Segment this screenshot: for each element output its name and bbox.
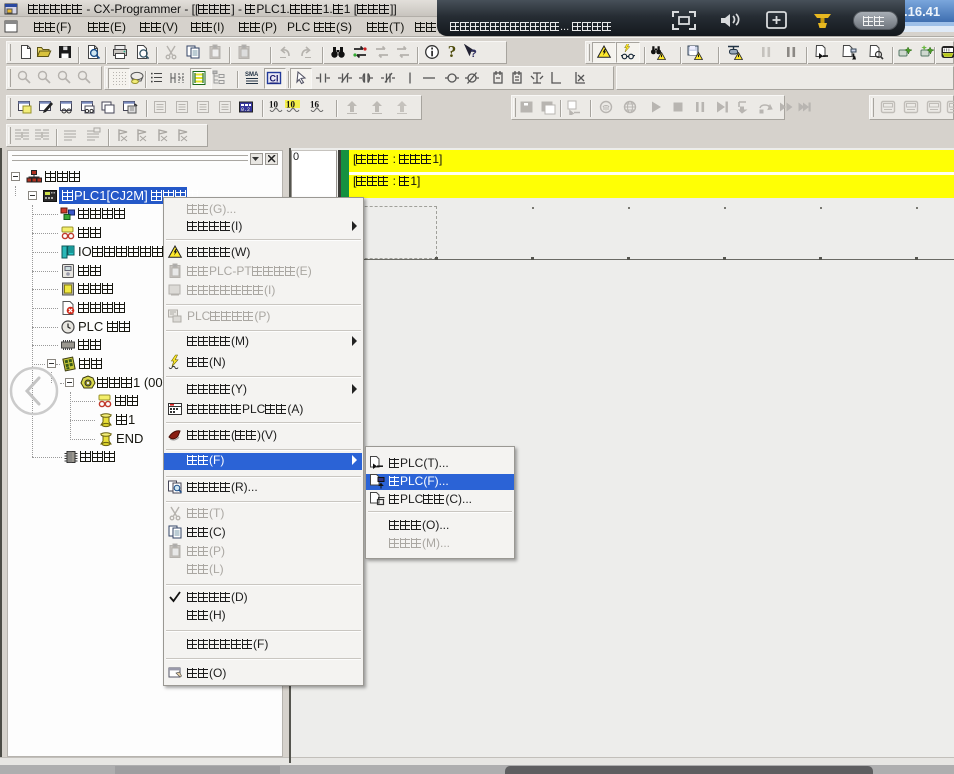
svg-text:CI: CI bbox=[270, 74, 279, 84]
svg-text:SMA: SMA bbox=[245, 72, 259, 78]
svg-text:10: 10 bbox=[269, 100, 279, 110]
svg-text:?: ? bbox=[470, 48, 477, 60]
svg-text:16: 16 bbox=[310, 100, 320, 110]
svg-text:10: 10 bbox=[286, 100, 296, 110]
svg-text:?: ? bbox=[448, 44, 457, 60]
svg-text:0.2: 0.2 bbox=[241, 107, 250, 113]
